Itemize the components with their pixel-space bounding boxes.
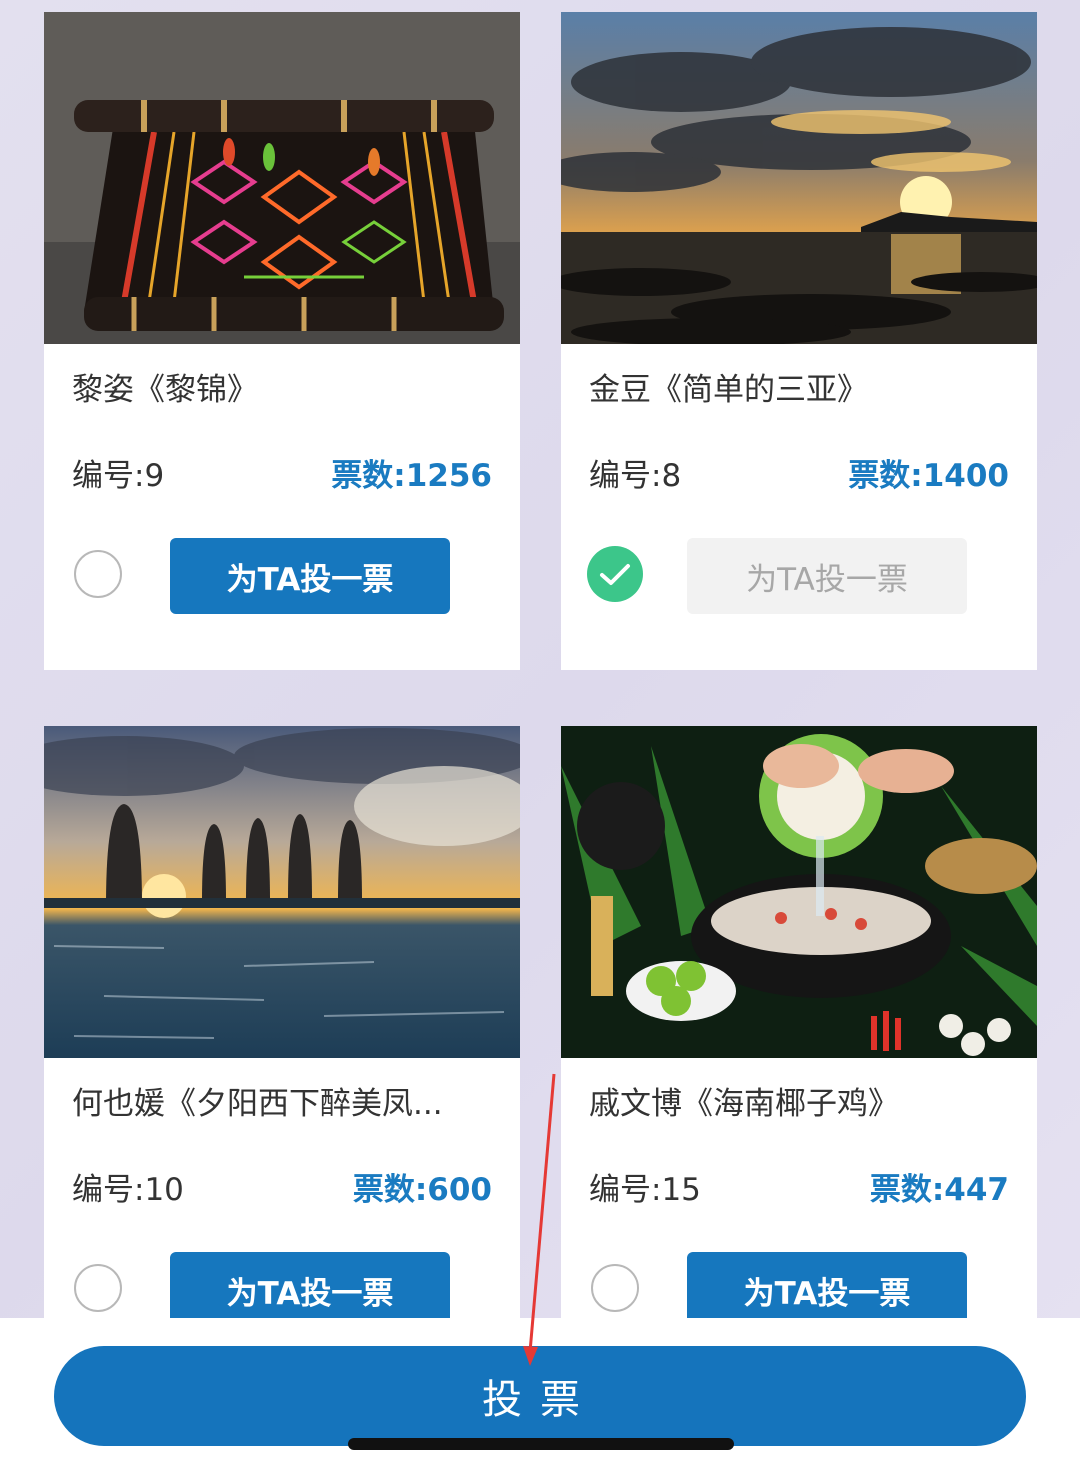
entry-title: 戚文博《海南椰子鸡》 — [589, 1086, 899, 1122]
entry-title: 金豆《简单的三亚》 — [589, 372, 868, 408]
entry-card-8: 金豆《简单的三亚》 编号:8 票数:1400 为TA投一票 — [561, 12, 1037, 670]
entry-vote-count: 票数:1256 — [331, 458, 492, 494]
entry-photo-brocade[interactable] — [44, 12, 520, 344]
entry-card-9: 黎姿《黎锦》 编号:9 票数:1256 为TA投一票 — [44, 12, 520, 670]
select-radio[interactable] — [74, 550, 122, 598]
vote-for-entry-button[interactable]: 为TA投一票 — [170, 538, 450, 614]
entry-vote-count: 票数:447 — [869, 1172, 1009, 1208]
submit-vote-button[interactable]: 投票 — [54, 1346, 1026, 1446]
home-indicator — [348, 1438, 734, 1450]
entry-card-15: 戚文博《海南椰子鸡》 编号:15 票数:447 为TA投一票 — [561, 726, 1037, 1328]
vote-for-entry-button[interactable]: 为TA投一票 — [170, 1252, 450, 1328]
checkmark-icon — [600, 564, 630, 585]
entry-vote-count: 票数:1400 — [848, 458, 1009, 494]
entry-photo-phoenix-island[interactable] — [44, 726, 520, 1058]
select-radio-checked[interactable] — [587, 546, 643, 602]
select-radio[interactable] — [591, 1264, 639, 1312]
entry-number: 编号:9 — [72, 458, 165, 494]
entry-number: 编号:8 — [589, 458, 682, 494]
vote-for-entry-button-disabled[interactable]: 为TA投一票 — [687, 538, 967, 614]
entry-card-10: 何也媛《夕阳西下醉美凤... 编号:10 票数:600 为TA投一票 — [44, 726, 520, 1328]
select-radio[interactable] — [74, 1264, 122, 1312]
entry-photo-coconut-chicken[interactable] — [561, 726, 1037, 1058]
entry-title: 何也媛《夕阳西下醉美凤... — [72, 1086, 443, 1122]
entry-title: 黎姿《黎锦》 — [72, 372, 258, 408]
vote-for-entry-button[interactable]: 为TA投一票 — [687, 1252, 967, 1328]
entry-number: 编号:10 — [72, 1172, 184, 1208]
entry-photo-sanya-sunset[interactable] — [561, 12, 1037, 344]
entry-number: 编号:15 — [589, 1172, 701, 1208]
entry-vote-count: 票数:600 — [352, 1172, 492, 1208]
